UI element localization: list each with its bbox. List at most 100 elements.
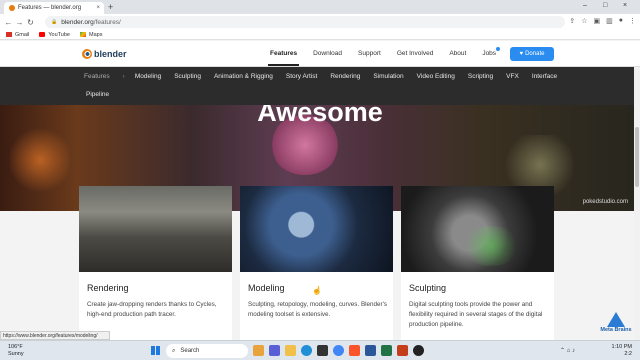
- subnav-item[interactable]: Scripting: [468, 72, 493, 82]
- close-window-icon[interactable]: ×: [623, 2, 627, 9]
- nav-get-involved[interactable]: Get Involved: [389, 41, 442, 67]
- tab-close-icon[interactable]: ×: [96, 5, 100, 11]
- sidebar-icon[interactable]: ▥: [606, 17, 613, 25]
- word-icon[interactable]: [365, 345, 376, 356]
- subnav-item[interactable]: Sculpting: [174, 72, 201, 82]
- scrollbar-thumb[interactable]: [635, 127, 639, 187]
- url-path: /features/: [93, 18, 121, 26]
- hero-credit: pokedstudio.com: [582, 199, 628, 205]
- address-bar[interactable]: 🔒 blender.org/features/: [45, 16, 565, 28]
- nav-download[interactable]: Download: [305, 41, 350, 67]
- nav-jobs-label: Jobs: [482, 50, 497, 57]
- chrome-icon[interactable]: [333, 345, 344, 356]
- bookmark-star-icon[interactable]: ☆: [581, 17, 587, 25]
- subnav-item[interactable]: Interface: [532, 72, 557, 82]
- page-scrollbar[interactable]: [634, 67, 640, 340]
- card-title: Modeling: [248, 283, 285, 293]
- teams-icon[interactable]: [269, 345, 280, 356]
- share-icon[interactable]: ⇪: [569, 17, 575, 25]
- tab-title: Features — blender.org: [18, 5, 82, 11]
- taskbar-search[interactable]: ⌕ Search: [166, 344, 248, 358]
- blender-logo[interactable]: blender: [82, 49, 127, 59]
- nav-jobs[interactable]: Jobs: [474, 41, 504, 67]
- main-nav: Features Download Support Get Involved A…: [262, 41, 536, 67]
- feature-card-rendering[interactable]: Rendering Create jaw-dropping renders th…: [79, 186, 232, 340]
- feature-card-sculpting[interactable]: Sculpting Digital sculpting tools provid…: [401, 186, 554, 340]
- new-tab-button[interactable]: +: [108, 2, 113, 12]
- widgets-icon[interactable]: [253, 345, 264, 356]
- donate-button[interactable]: ♥ Donate: [510, 47, 554, 61]
- bookmark-maps[interactable]: Maps: [80, 32, 102, 38]
- subnav-item[interactable]: Story Artist: [286, 72, 317, 82]
- blender-logo-icon: [82, 49, 92, 59]
- extensions-icon[interactable]: ▣: [594, 17, 601, 25]
- app-icon[interactable]: [413, 345, 424, 356]
- youtube-icon: [39, 32, 46, 37]
- windows-taskbar: 106°F Sunny ⌕ Search ⌃ ⌂ ♪ 1:10 PM 2:2: [0, 340, 640, 360]
- donate-label: Donate: [525, 51, 545, 57]
- subnav-item[interactable]: Pipeline: [86, 90, 109, 100]
- profile-icon[interactable]: ●: [619, 17, 623, 25]
- status-bar-url: https://www.blender.org/features/modelin…: [0, 331, 110, 340]
- subnav-item[interactable]: Animation & Rigging: [214, 72, 273, 82]
- time: 1:10 PM: [611, 344, 632, 350]
- reload-icon[interactable]: ↻: [25, 18, 36, 27]
- hero-art: [10, 125, 70, 195]
- card-description: Sculpting, retopology, modeling, curves.…: [248, 301, 387, 318]
- subnav-item[interactable]: VFX: [506, 72, 519, 82]
- meta-brains-watermark: Meta Brains: [596, 312, 636, 340]
- meta-brains-logo-icon: [607, 312, 625, 327]
- nav-support[interactable]: Support: [350, 41, 389, 67]
- maximize-icon[interactable]: □: [603, 2, 607, 9]
- bookmarks-bar: Gmail YouTube Maps: [0, 30, 640, 40]
- forward-icon[interactable]: →: [14, 18, 25, 27]
- system-tray-icons[interactable]: ⌃ ⌂ ♪: [560, 347, 575, 354]
- nav-about[interactable]: About: [441, 41, 474, 67]
- file-explorer-icon[interactable]: [285, 345, 296, 356]
- search-label: Search: [180, 348, 200, 354]
- feature-card-modeling[interactable]: Modeling Sculpting, retopology, modeling…: [240, 186, 393, 340]
- powerpoint-icon[interactable]: [397, 345, 408, 356]
- weather-widget[interactable]: 106°F Sunny: [8, 344, 24, 357]
- logo-text: blender: [94, 49, 127, 59]
- excel-icon[interactable]: [381, 345, 392, 356]
- card-title: Sculpting: [409, 283, 447, 293]
- minimize-icon[interactable]: –: [583, 2, 587, 9]
- hero-title: Awesome: [257, 105, 383, 127]
- store-icon[interactable]: [317, 345, 328, 356]
- features-subnav: Features › Modeling Sculpting Animation …: [0, 67, 640, 105]
- menu-icon[interactable]: ⋮: [629, 17, 636, 25]
- browser-tabstrip: Features — blender.org × + – □ ×: [0, 0, 640, 14]
- bookmark-gmail[interactable]: Gmail: [6, 32, 29, 38]
- windows-start-icon[interactable]: [151, 346, 160, 355]
- card-description: Create jaw-dropping renders thanks to Cy…: [87, 301, 217, 318]
- browser-toolbar: ← → ↻ 🔒 blender.org/features/ ⇪ ☆ ▣ ▥ ● …: [0, 14, 640, 30]
- watermark-text: Meta Brains: [600, 327, 632, 333]
- subnav-item[interactable]: Video Editing: [417, 72, 455, 82]
- url-domain: blender.org: [61, 18, 94, 26]
- weather-condition: Sunny: [8, 350, 24, 357]
- mouse-cursor-icon: ☝: [312, 286, 322, 295]
- clock[interactable]: 1:10 PM 2:2: [612, 344, 632, 358]
- subnav-item[interactable]: Modeling: [135, 72, 161, 82]
- blender-favicon-icon: [9, 5, 15, 11]
- brave-icon[interactable]: [349, 345, 360, 356]
- nav-features[interactable]: Features: [262, 41, 305, 67]
- temperature: 106°F: [8, 344, 23, 350]
- card-title: Rendering: [87, 283, 129, 293]
- subnav-item[interactable]: Rendering: [330, 72, 360, 82]
- date: 2:2: [624, 351, 632, 357]
- subnav-item[interactable]: Simulation: [373, 72, 403, 82]
- back-icon[interactable]: ←: [3, 18, 14, 27]
- subnav-features-home[interactable]: Features: [84, 72, 110, 82]
- rendering-image: [79, 186, 232, 272]
- bookmark-label: Gmail: [15, 31, 30, 38]
- browser-tab[interactable]: Features — blender.org ×: [4, 2, 104, 14]
- bookmark-youtube[interactable]: YouTube: [39, 32, 70, 38]
- notification-dot: [496, 47, 501, 51]
- lock-icon: 🔒: [51, 19, 58, 25]
- bookmark-label: Maps: [89, 31, 103, 38]
- site-header: blender Features Download Support Get In…: [0, 41, 640, 67]
- search-icon: ⌕: [172, 347, 176, 354]
- edge-icon[interactable]: [301, 345, 312, 356]
